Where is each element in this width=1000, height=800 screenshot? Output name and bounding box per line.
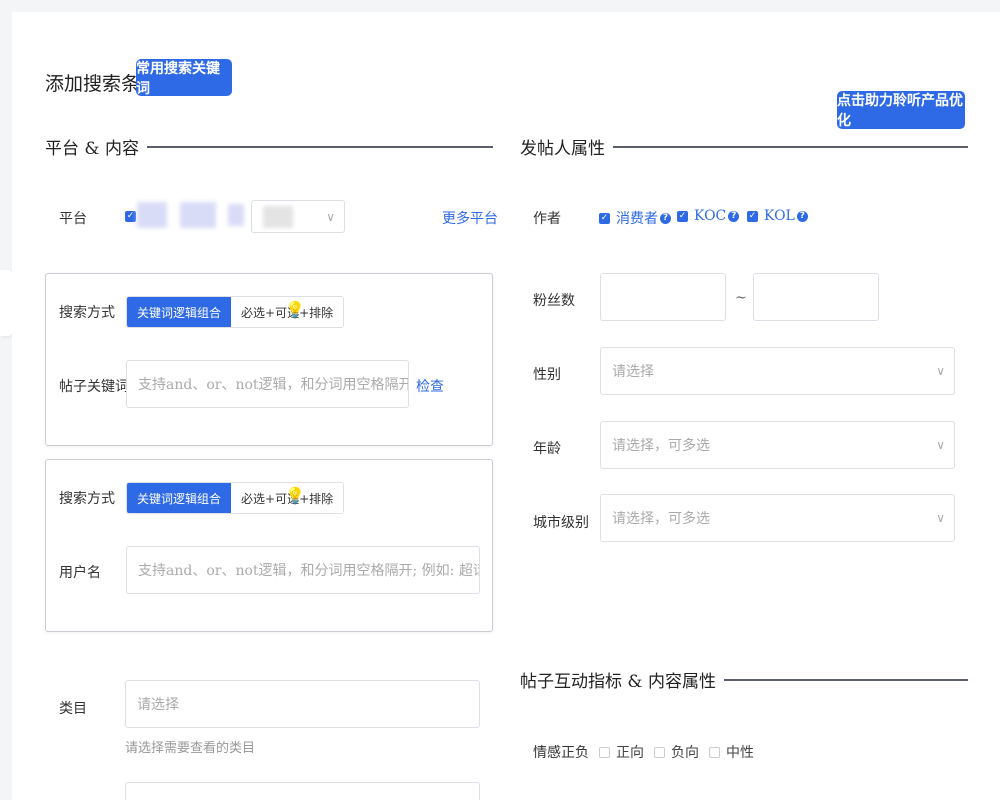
next-field-input[interactable]: [125, 782, 480, 800]
platform-option-blurred[interactable]: [137, 202, 167, 228]
gender-select[interactable]: 请选择 ∨: [600, 347, 955, 395]
post-keyword-label: 帖子关键词: [59, 379, 129, 395]
chevron-down-icon: ∨: [936, 511, 945, 525]
platform-label: 平台: [59, 211, 87, 227]
question-icon[interactable]: ?: [660, 212, 671, 224]
author-label: 作者: [533, 211, 561, 227]
sentiment-option-negative[interactable]: 负向: [654, 742, 699, 762]
platform-select-value: [263, 205, 293, 228]
author-option-koc[interactable]: ✓ KOC ?: [677, 208, 740, 224]
age-select[interactable]: 请选择，可多选 ∨: [600, 421, 955, 469]
sentiment-label: 情感正负: [533, 745, 589, 761]
option-label: 负向: [671, 745, 699, 761]
checkbox-checked-icon[interactable]: ✓: [125, 211, 136, 222]
poster-attributes-section-header: 发帖人属性: [520, 134, 968, 159]
check-keyword-link[interactable]: 检查: [416, 376, 444, 396]
author-option-kol[interactable]: ✓ KOL ?: [747, 208, 808, 224]
option-label: 正向: [616, 745, 644, 761]
platform-content-section-header: 平台 & 内容: [45, 134, 493, 159]
search-mode-label: 搜索方式: [59, 305, 115, 321]
section-title: 帖子互动指标 & 内容属性: [520, 672, 716, 692]
category-select[interactable]: 请选择: [125, 680, 480, 728]
checkbox-icon[interactable]: [599, 746, 610, 758]
search-mode-label: 搜索方式: [59, 491, 115, 507]
section-divider: [723, 678, 968, 681]
username-search-card: 搜索方式 关键词逻辑组合 必选+可选+排除 💡 用户名 支持and、or、not…: [45, 459, 493, 632]
fans-max-input[interactable]: [753, 273, 879, 321]
city-level-select[interactable]: 请选择，可多选 ∨: [600, 494, 955, 542]
common-keywords-button[interactable]: 常用搜索关键词: [136, 59, 232, 97]
category-label: 类目: [59, 701, 87, 717]
author-option-consumer[interactable]: ✓ 消费者 ?: [599, 208, 671, 228]
checkbox-icon[interactable]: [654, 746, 665, 758]
section-title: 发帖人属性: [520, 139, 605, 159]
question-icon[interactable]: ?: [728, 210, 740, 222]
range-separator: ~: [735, 290, 747, 306]
logic-combination-tab[interactable]: 关键词逻辑组合: [127, 297, 232, 327]
question-icon[interactable]: ?: [796, 210, 808, 222]
checkbox-icon[interactable]: [709, 746, 720, 758]
fans-label: 粉丝数: [533, 293, 575, 309]
interaction-content-section-header: 帖子互动指标 & 内容属性: [520, 667, 968, 692]
sentiment-option-positive[interactable]: 正向: [599, 742, 644, 762]
logic-combination-tab[interactable]: 关键词逻辑组合: [127, 483, 232, 513]
chevron-down-icon: ∨: [326, 209, 335, 224]
city-level-label: 城市级别: [533, 515, 589, 531]
platform-option-blurred[interactable]: [228, 204, 244, 226]
gender-label: 性别: [533, 367, 561, 383]
platform-option-blurred[interactable]: [180, 202, 216, 228]
checkbox-checked-icon[interactable]: ✓: [677, 210, 688, 222]
keyword-search-card: 搜索方式 关键词逻辑组合 必选+可选+排除 💡 帖子关键词 支持and、or、n…: [45, 273, 493, 446]
option-label: KOC: [694, 208, 727, 224]
lightbulb-icon[interactable]: 💡: [285, 300, 305, 319]
option-label: KOL: [764, 208, 795, 224]
search-condition-page: 添加搜索条件 常用搜索关键词 点击助力聆听产品优化 平台 & 内容 平台 ✓ ∨…: [12, 12, 1000, 800]
username-label: 用户名: [59, 565, 101, 581]
post-keyword-input[interactable]: 支持and、or、not逻辑，和分词用空格隔开; 例如: 口红 and: [126, 360, 409, 408]
section-divider: [613, 145, 968, 148]
search-mode-toggle[interactable]: 关键词逻辑组合 必选+可选+排除: [126, 482, 345, 514]
select-placeholder: 请选择: [612, 364, 654, 380]
side-panel-handle[interactable]: [0, 270, 12, 336]
option-label: 消费者: [616, 211, 658, 227]
platform-select[interactable]: ∨: [251, 200, 345, 233]
option-label: 中性: [726, 745, 754, 761]
select-placeholder: 请选择，可多选: [612, 511, 710, 527]
sentiment-option-neutral[interactable]: 中性: [709, 742, 754, 762]
fans-min-input[interactable]: [600, 273, 726, 321]
username-input[interactable]: 支持and、or、not逻辑，和分词用空格隔开; 例如: 超话 and (社区 …: [126, 546, 480, 594]
optimize-feedback-button[interactable]: 点击助力聆听产品优化: [837, 91, 965, 129]
checkbox-checked-icon[interactable]: ✓: [599, 212, 610, 224]
chevron-down-icon: ∨: [936, 364, 945, 378]
select-placeholder: 请选择，可多选: [612, 438, 710, 454]
chevron-down-icon: ∨: [936, 438, 945, 452]
age-label: 年龄: [533, 441, 561, 457]
checkbox-checked-icon[interactable]: ✓: [747, 210, 758, 222]
section-divider: [146, 145, 493, 148]
lightbulb-icon[interactable]: 💡: [285, 486, 305, 505]
more-platforms-link[interactable]: 更多平台: [442, 208, 498, 228]
section-title: 平台 & 内容: [45, 139, 139, 159]
search-mode-toggle[interactable]: 关键词逻辑组合 必选+可选+排除: [126, 296, 345, 328]
category-hint: 请选择需要查看的类目: [125, 741, 256, 756]
